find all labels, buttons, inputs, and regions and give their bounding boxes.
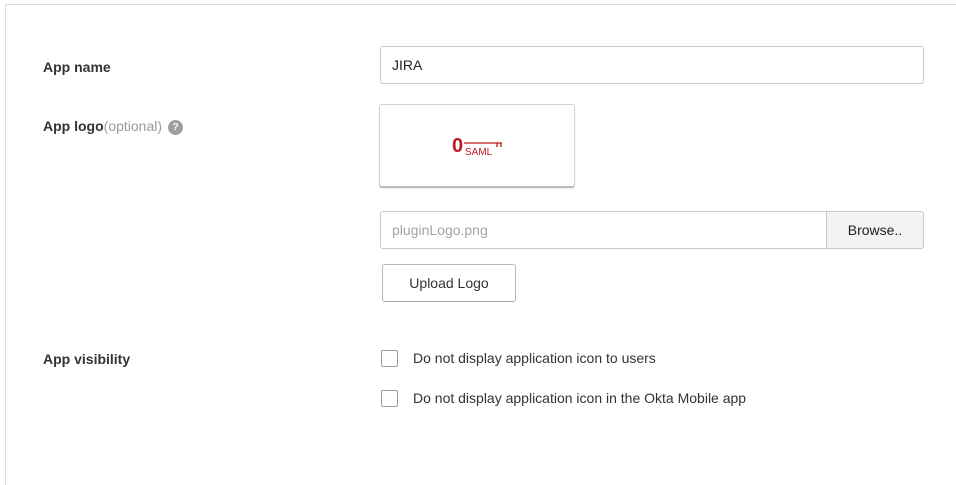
app-visibility-label: App visibility: [43, 351, 131, 367]
hide-icon-users-option[interactable]: Do not display application icon to users: [381, 348, 656, 368]
hide-icon-users-label[interactable]: Do not display application icon to users: [413, 350, 656, 366]
logo-saml-text: SAML: [465, 147, 493, 158]
app-logo-label: App logo(optional)?: [43, 118, 184, 135]
app-name-label: App name: [43, 59, 111, 75]
app-logo-label-text: App logo: [43, 118, 104, 134]
hide-icon-mobile-label[interactable]: Do not display application icon in the O…: [413, 390, 746, 406]
help-icon[interactable]: ?: [168, 120, 184, 135]
saml-logo-image: 0 SAML: [450, 126, 504, 166]
hide-icon-users-checkbox[interactable]: [381, 349, 398, 367]
app-name-input[interactable]: JIRA: [380, 46, 924, 84]
logo-file-field[interactable]: pluginLogo.png Browse..: [380, 211, 924, 249]
optional-text: (optional): [103, 118, 163, 134]
browse-button[interactable]: Browse..: [826, 212, 923, 248]
hide-icon-mobile-option[interactable]: Do not display application icon in the O…: [381, 388, 746, 408]
upload-logo-button[interactable]: Upload Logo: [382, 264, 516, 302]
hide-icon-mobile-checkbox[interactable]: [381, 389, 398, 407]
logo-zero-text: 0: [452, 135, 463, 157]
logo-file-name: pluginLogo.png: [392, 222, 488, 238]
app-logo-preview: 0 SAML: [379, 104, 575, 188]
